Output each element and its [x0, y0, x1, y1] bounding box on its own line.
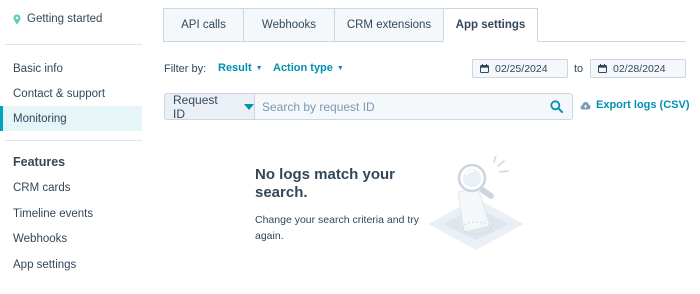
chevron-down-icon: ▼ — [336, 64, 344, 72]
sidebar-item-webhooks[interactable]: Webhooks — [0, 226, 142, 251]
tab-label: CRM extensions — [346, 19, 432, 31]
empty-state-text: Change your search criteria and try agai… — [255, 214, 419, 242]
caret-down-icon — [244, 103, 254, 110]
sidebar-item-label: Basic info — [13, 62, 63, 75]
tab-app-settings[interactable]: App settings — [443, 8, 538, 42]
date-from-value: 02/25/2024 — [495, 62, 548, 75]
sidebar-item-label: CRM cards — [13, 181, 71, 194]
result-filter-label: Result — [218, 62, 252, 74]
sidebar-item-crm-cards[interactable]: CRM cards — [0, 175, 142, 200]
tab-label: API calls — [181, 19, 226, 31]
export-logs-label: Export logs (CSV) — [596, 99, 690, 111]
tab-webhooks[interactable]: Webhooks — [243, 8, 334, 42]
action-type-filter-label: Action type — [273, 62, 333, 74]
search-icon[interactable] — [550, 100, 563, 113]
search-box — [254, 93, 573, 120]
result-filter-dropdown[interactable]: Result ▼ — [218, 62, 263, 74]
date-to-field[interactable]: 02/28/2024 — [590, 59, 686, 78]
sidebar-item-contact-support[interactable]: Contact & support — [0, 81, 142, 106]
action-type-filter-dropdown[interactable]: Action type ▼ — [273, 62, 344, 74]
empty-state-title: No logs match your search. — [255, 166, 396, 201]
search-input[interactable] — [262, 99, 532, 114]
filter-by-label: Filter by: — [164, 63, 207, 75]
sidebar-item-timeline-events[interactable]: Timeline events — [0, 201, 142, 226]
tab-bar: API calls Webhooks CRM extensions App se… — [163, 8, 538, 42]
sidebar-item-label: Webhooks — [13, 232, 68, 245]
sidebar-divider — [5, 44, 142, 45]
getting-started-link[interactable]: Getting started — [13, 13, 102, 25]
date-to-value: 02/28/2024 — [613, 62, 666, 75]
tab-api-calls[interactable]: API calls — [163, 8, 243, 42]
tab-label: App settings — [455, 19, 526, 31]
calendar-icon — [598, 64, 607, 73]
date-from-field[interactable]: 02/25/2024 — [472, 59, 568, 78]
getting-started-label: Getting started — [27, 13, 103, 25]
sidebar-divider — [5, 140, 142, 141]
features-heading: Features — [13, 155, 66, 169]
date-range-to-label: to — [574, 63, 584, 75]
sidebar-item-basic-info[interactable]: Basic info — [0, 56, 142, 81]
calendar-icon — [480, 64, 489, 73]
location-pin-icon — [13, 14, 21, 24]
search-type-select[interactable]: Request ID — [164, 92, 255, 121]
sidebar-item-app-settings[interactable]: App settings — [0, 252, 142, 277]
sidebar: Getting started Basic info Contact & sup… — [0, 0, 142, 294]
chevron-down-icon: ▼ — [255, 64, 263, 72]
sidebar-item-label: Timeline events — [13, 207, 94, 220]
export-logs-button[interactable]: Export logs (CSV) — [580, 99, 690, 111]
sidebar-item-label: Contact & support — [13, 87, 106, 100]
magnifier-illustration — [428, 156, 524, 250]
sidebar-item-monitoring[interactable]: Monitoring — [0, 106, 142, 131]
search-type-value: Request ID — [173, 92, 218, 121]
sidebar-item-label: Monitoring — [13, 112, 67, 125]
cloud-upload-icon — [580, 101, 591, 109]
sidebar-item-label: App settings — [13, 258, 77, 271]
tab-label: Webhooks — [261, 19, 317, 31]
tab-crm-extensions[interactable]: CRM extensions — [334, 8, 443, 42]
